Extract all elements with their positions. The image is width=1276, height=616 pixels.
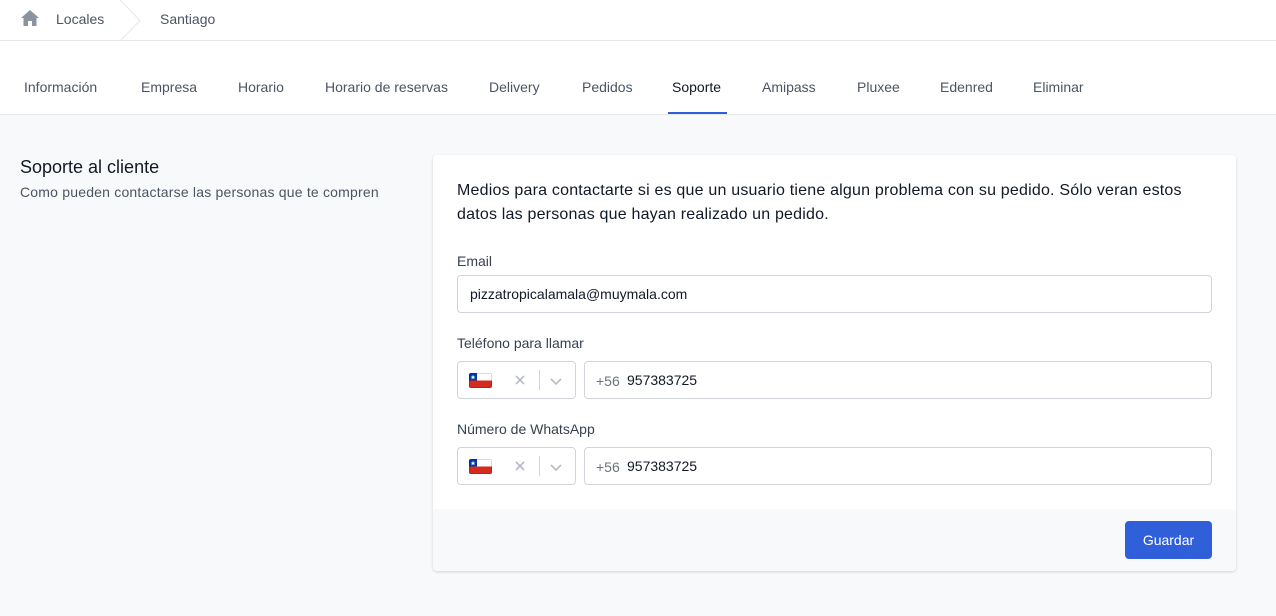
email-field[interactable] [457, 275, 1212, 313]
select-divider [539, 456, 540, 476]
tab-amipass[interactable]: Amipass [762, 79, 816, 95]
tab-pedidos[interactable]: Pedidos [582, 79, 633, 95]
tab-soporte[interactable]: Soporte [672, 79, 721, 95]
tab-edenred[interactable]: Edenred [940, 79, 993, 95]
whatsapp-country-select[interactable] [457, 447, 576, 485]
breadcrumb-item-santiago[interactable]: Santiago [160, 11, 215, 27]
email-label: Email [457, 253, 493, 269]
phone-number-field[interactable]: +56 [584, 361, 1212, 399]
tab-bar: Información Empresa Horario Horario de r… [0, 41, 1276, 115]
whatsapp-prefix: +56 [596, 459, 620, 475]
whatsapp-label: Número de WhatsApp [457, 421, 595, 437]
whatsapp-input[interactable] [627, 449, 1197, 483]
home-icon[interactable] [20, 9, 40, 27]
clear-icon[interactable] [513, 373, 527, 387]
section-title: Soporte al cliente [20, 157, 160, 177]
tab-delivery[interactable]: Delivery [489, 79, 540, 95]
clear-icon[interactable] [513, 459, 527, 473]
phone-input[interactable] [627, 363, 1197, 397]
phone-label: Teléfono para llamar [457, 335, 584, 351]
select-divider [539, 370, 540, 390]
active-tab-indicator [668, 112, 727, 114]
tab-pluxee[interactable]: Pluxee [857, 79, 900, 95]
save-button[interactable]: Guardar [1125, 521, 1212, 559]
tab-horario[interactable]: Horario [238, 79, 284, 95]
tab-informacion[interactable]: Información [24, 79, 97, 95]
breadcrumb-item-locales[interactable]: Locales [56, 11, 104, 27]
whatsapp-number-field[interactable]: +56 [584, 447, 1212, 485]
form-intro-text: Medios para contactarte si es que un usu… [457, 182, 1182, 223]
phone-prefix: +56 [596, 373, 620, 389]
tab-empresa[interactable]: Empresa [141, 79, 197, 95]
chile-flag-icon [469, 459, 492, 474]
chevron-down-icon[interactable] [549, 460, 563, 474]
section-description: Como pueden contactarse las personas que… [20, 184, 379, 200]
tab-horario-de-reservas[interactable]: Horario de reservas [325, 79, 448, 95]
card-footer: Guardar [433, 509, 1236, 571]
phone-country-select[interactable] [457, 361, 576, 399]
breadcrumb: Locales Santiago [0, 0, 1276, 42]
breadcrumb-separator-icon [118, 0, 142, 42]
chile-flag-icon [469, 373, 492, 388]
chevron-down-icon[interactable] [549, 374, 563, 388]
tab-eliminar[interactable]: Eliminar [1033, 79, 1084, 95]
support-form-card: Medios para contactarte si es que un usu… [433, 155, 1236, 571]
